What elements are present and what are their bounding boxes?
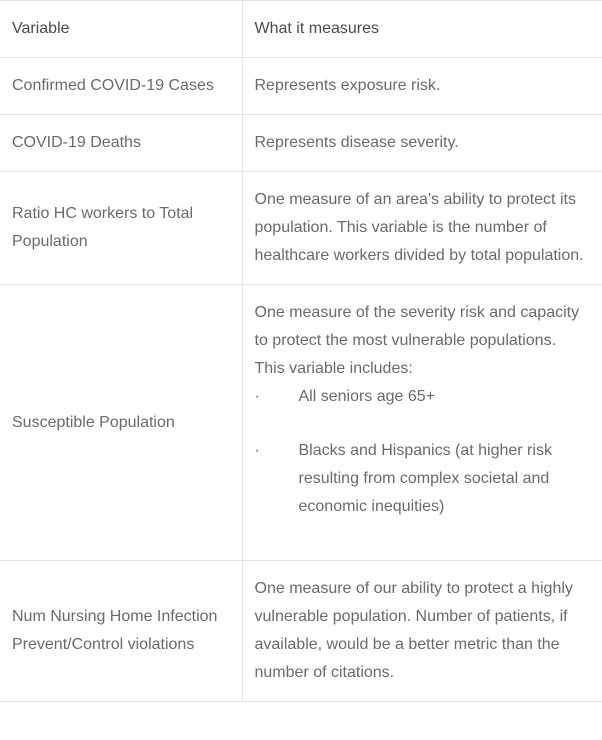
bullet-item: · All seniors age 65+ (255, 383, 591, 411)
cell-variable: COVID-19 Deaths (0, 115, 242, 172)
bullet-dot-icon: · (255, 437, 299, 521)
table-row: Ratio HC workers to Total Population One… (0, 172, 602, 285)
spacer (255, 411, 591, 437)
cell-desc: Represents disease severity. (242, 115, 602, 172)
header-what-measures: What it measures (242, 1, 602, 58)
table-header-row: Variable What it measures (0, 1, 602, 58)
bullet-text: Blacks and Hispanics (at higher risk res… (299, 437, 591, 521)
bullet-item: · Blacks and Hispanics (at higher risk r… (255, 437, 591, 521)
cell-desc: One measure of the severity risk and cap… (242, 285, 602, 561)
table-row: Confirmed COVID-19 Cases Represents expo… (0, 58, 602, 115)
cell-desc: Represents exposure risk. (242, 58, 602, 115)
cell-desc: One measure of our ability to protect a … (242, 561, 602, 702)
cell-desc: One measure of an area's ability to prot… (242, 172, 602, 285)
table-row: Susceptible Population One measure of th… (0, 285, 602, 561)
bullet-text: All seniors age 65+ (299, 383, 591, 411)
cell-variable: Susceptible Population (0, 285, 242, 561)
bullet-dot-icon: · (255, 383, 299, 411)
header-variable: Variable (0, 1, 242, 58)
desc-intro: One measure of the severity risk and cap… (255, 299, 591, 383)
variables-table: Variable What it measures Confirmed COVI… (0, 0, 602, 702)
cell-variable: Ratio HC workers to Total Population (0, 172, 242, 285)
spacer (255, 521, 591, 547)
cell-variable: Num Nursing Home Infection Prevent/Contr… (0, 561, 242, 702)
table-row: Num Nursing Home Infection Prevent/Contr… (0, 561, 602, 702)
table-row: COVID-19 Deaths Represents disease sever… (0, 115, 602, 172)
cell-variable: Confirmed COVID-19 Cases (0, 58, 242, 115)
